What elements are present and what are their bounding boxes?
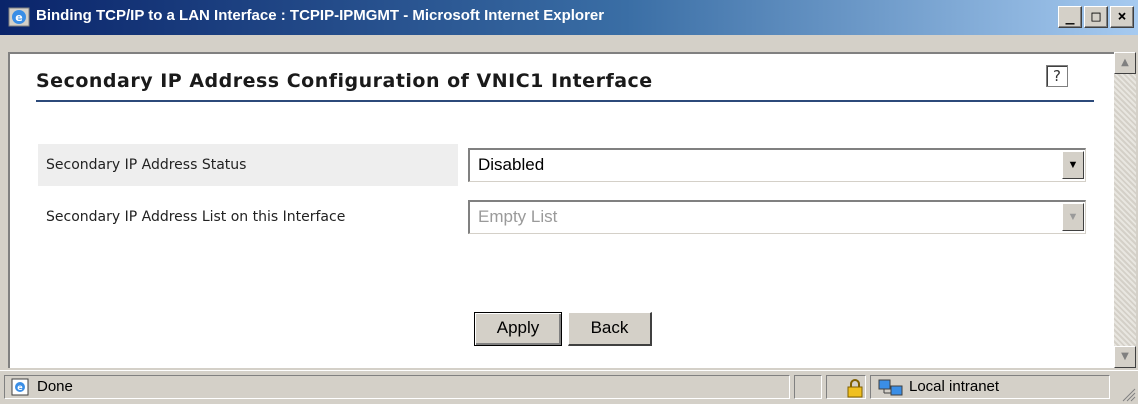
close-button[interactable]: ×	[1110, 6, 1134, 28]
window-title: Binding TCP/IP to a LAN Interface : TCPI…	[36, 7, 605, 24]
ie-icon: e	[8, 7, 30, 27]
lock-icon	[847, 379, 863, 398]
back-button[interactable]: Back	[568, 312, 652, 346]
help-icon[interactable]: ?	[1046, 65, 1068, 87]
ip-list-select-value: Empty List	[478, 207, 558, 226]
title-bar[interactable]: e Binding TCP/IP to a LAN Interface : TC…	[0, 0, 1138, 35]
browser-window: e Binding TCP/IP to a LAN Interface : TC…	[0, 0, 1138, 404]
local-intranet-icon	[878, 379, 903, 396]
dropdown-arrow-icon[interactable]: ▼	[1062, 151, 1084, 179]
maximize-button[interactable]: □	[1084, 6, 1108, 28]
title-divider	[36, 100, 1094, 102]
page-content: Secondary IP Address Configuration of VN…	[8, 52, 1114, 368]
list-label: Secondary IP Address List on this Interf…	[46, 209, 346, 225]
page-title: Secondary IP Address Configuration of VN…	[36, 70, 653, 92]
vertical-scrollbar[interactable]: ▲ ▼	[1114, 52, 1136, 368]
dropdown-arrow-icon: ▼	[1062, 203, 1084, 231]
status-label: Secondary IP Address Status	[38, 144, 458, 186]
svg-text:e: e	[15, 11, 22, 24]
status-bar: e Done Local intranet	[0, 370, 1138, 404]
scroll-down-icon[interactable]: ▼	[1114, 346, 1136, 368]
svg-text:e: e	[17, 383, 23, 392]
zone-pane: Local intranet	[870, 375, 1110, 399]
zone-text: Local intranet	[909, 378, 1000, 395]
window-controls: _ □ ×	[1058, 6, 1134, 28]
status-select-value: Disabled	[478, 155, 545, 174]
minimize-button[interactable]: _	[1058, 6, 1082, 28]
status-select[interactable]: Disabled ▼	[468, 148, 1086, 182]
status-text: Done	[37, 378, 73, 395]
apply-button[interactable]: Apply	[474, 312, 562, 346]
scroll-up-icon[interactable]: ▲	[1114, 52, 1136, 74]
ip-list-select: Empty List ▼	[468, 200, 1086, 234]
resize-grip-icon[interactable]	[1120, 386, 1136, 402]
status-pane: e Done	[4, 375, 790, 399]
page-done-icon: e	[11, 378, 29, 396]
status-pane-empty	[794, 375, 822, 399]
